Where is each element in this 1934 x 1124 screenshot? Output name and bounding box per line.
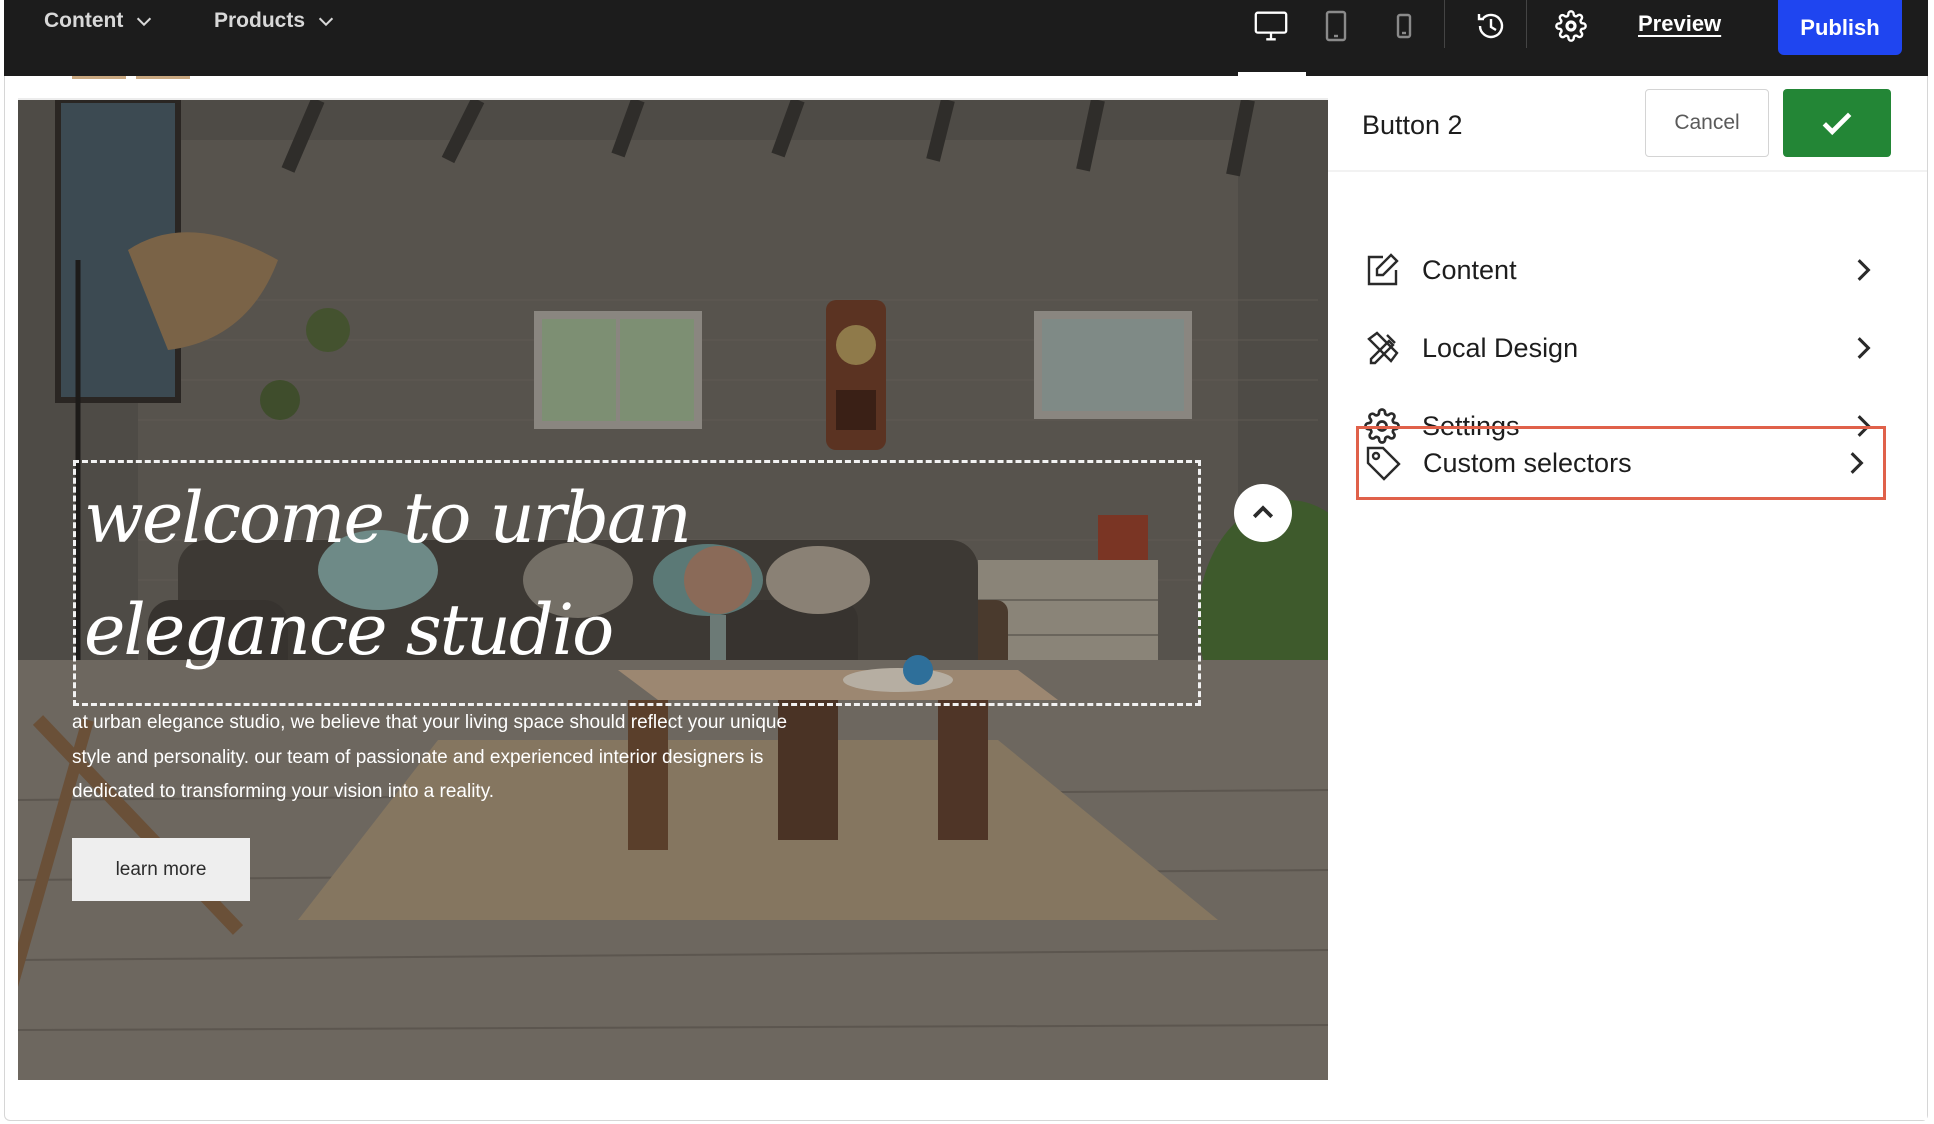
confirm-button[interactable] [1783,89,1891,157]
panel-item-content[interactable]: Content [1358,234,1890,306]
desktop-view-button[interactable] [1246,4,1296,48]
edit-icon [1362,250,1402,290]
site-settings-button[interactable] [1546,4,1596,48]
checkmark-icon [1822,112,1852,136]
chevron-down-icon [318,17,334,27]
hero-description: at urban elegance studio, we believe tha… [72,712,788,802]
chevron-down-icon [137,17,152,27]
tag-icon [1363,443,1403,483]
chevron-up-icon [1252,505,1274,519]
content-menu[interactable]: Content [44,9,155,33]
toolbar-divider [1444,0,1445,48]
panel-header: Button 2 Cancel [1328,76,1927,172]
panel-item-custom-selectors[interactable]: Custom selectors [1356,426,1886,500]
header-peek-element [136,76,190,79]
history-button[interactable] [1466,4,1516,48]
panel-item-label: Content [1422,254,1517,285]
learn-more-button[interactable]: learn more [72,838,250,901]
products-menu[interactable]: Products [214,9,337,33]
mobile-view-button[interactable] [1382,4,1426,48]
scroll-up-button[interactable] [1234,484,1292,542]
tablet-view-button[interactable] [1314,4,1358,48]
publish-button[interactable]: Publish [1778,0,1902,55]
hero-heading[interactable]: welcome to urban elegance studio [84,462,1184,686]
preview-link[interactable]: Preview [1638,11,1721,37]
element-settings-panel: Button 2 Cancel Content Local Design Set… [1328,76,1927,1120]
content-menu-label: Content [44,9,124,32]
design-tools-icon [1362,328,1402,368]
chevron-right-icon [1841,448,1871,478]
products-menu-label: Products [214,9,306,32]
desktop-icon [1254,11,1288,41]
hero-heading-line2: elegance studio [84,589,614,671]
gear-icon [1555,10,1587,42]
panel-item-label: Local Design [1422,332,1579,363]
mobile-icon [1396,13,1412,39]
panel-item-local-design[interactable]: Local Design [1358,312,1890,384]
panel-title: Button 2 [1362,110,1463,140]
cancel-button[interactable]: Cancel [1645,89,1769,157]
chevron-right-icon [1848,255,1878,285]
chevron-right-icon [1848,333,1878,363]
panel-item-label: Custom selectors [1423,447,1632,478]
history-icon [1477,13,1504,39]
tablet-icon [1325,10,1347,42]
top-toolbar: Content Products Preview Publish [4,0,1928,76]
hero-section[interactable]: welcome to urban elegance studio at urba… [18,100,1328,1080]
hero-heading-line1: welcome to urban [84,477,692,559]
header-peek-element [72,76,126,79]
toolbar-divider [1526,0,1527,48]
